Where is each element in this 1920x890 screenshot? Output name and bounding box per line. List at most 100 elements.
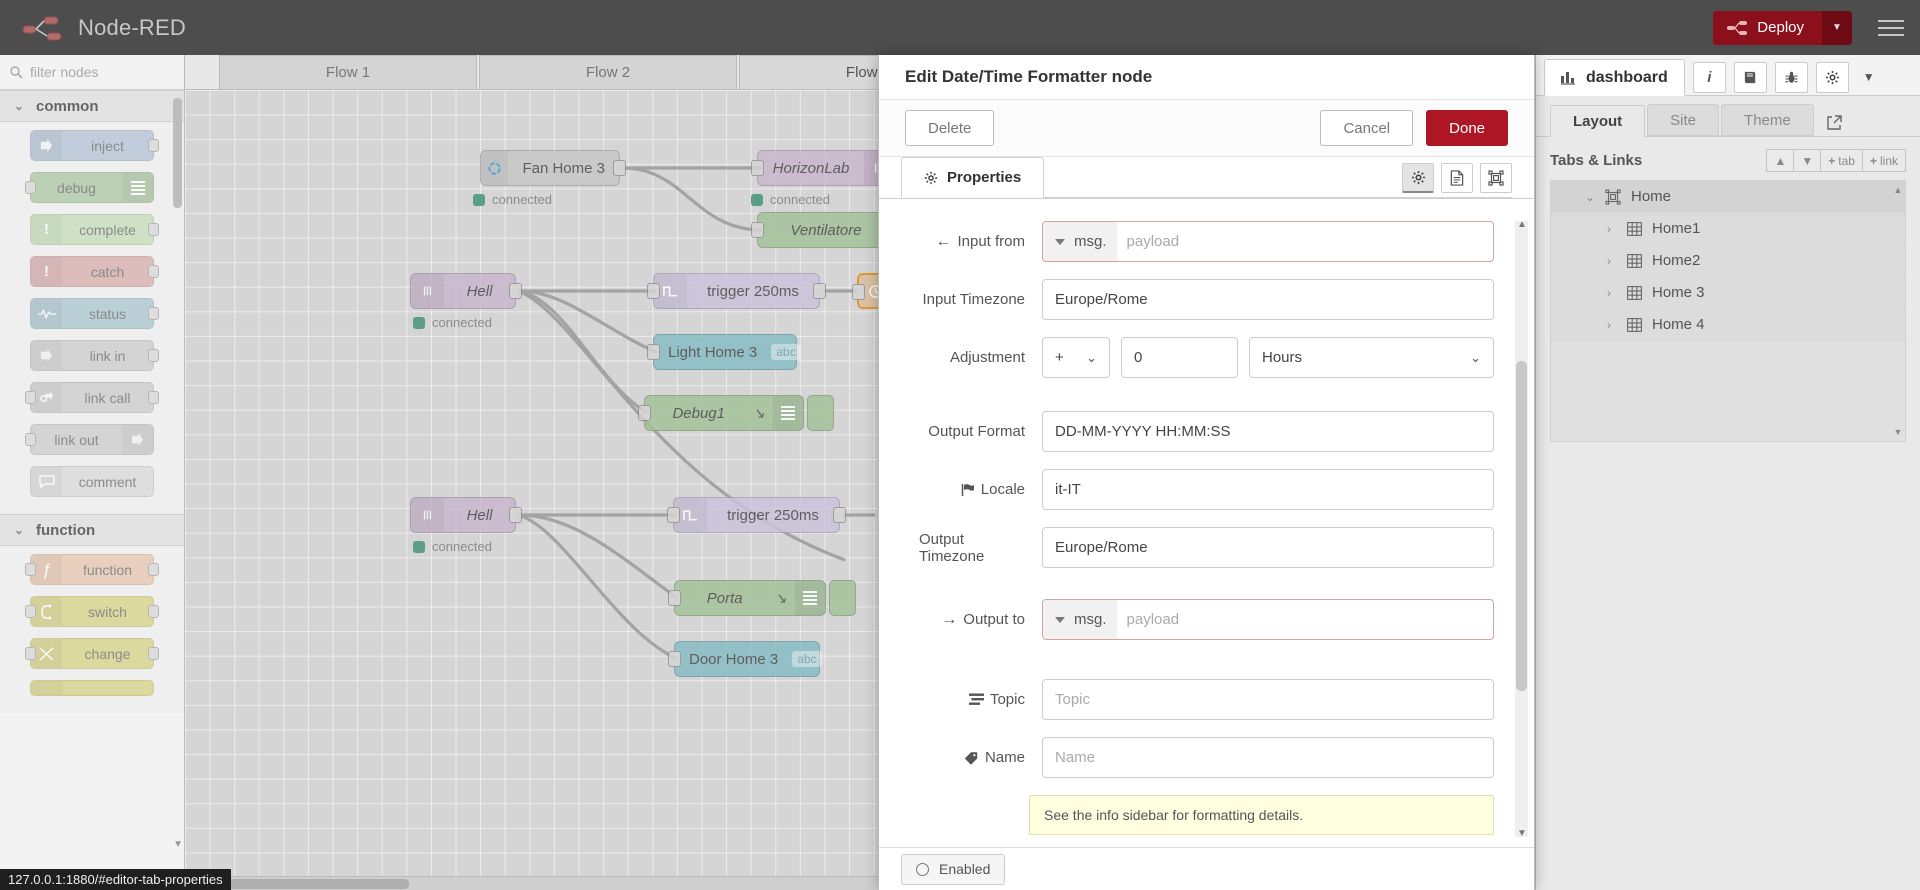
delete-button[interactable]: Delete bbox=[905, 110, 994, 146]
node-output-port[interactable] bbox=[613, 160, 626, 176]
node-input-port[interactable] bbox=[668, 651, 681, 667]
input-timezone-field[interactable]: Europe/Rome bbox=[1042, 279, 1494, 320]
adjustment-unit-select[interactable]: Hours ⌄ bbox=[1249, 337, 1494, 378]
enabled-toggle-button[interactable]: Enabled bbox=[901, 854, 1005, 885]
topic-field[interactable]: Topic bbox=[1042, 679, 1494, 720]
palette-node-link-in[interactable]: link in bbox=[30, 340, 154, 371]
palette-node-function[interactable]: ƒ function bbox=[30, 554, 154, 585]
tree-item-home1[interactable]: › Home1 bbox=[1551, 213, 1905, 245]
add-link-button[interactable]: + link bbox=[1862, 149, 1906, 172]
expand-all-button[interactable]: ▼ bbox=[1793, 149, 1821, 172]
node-output-port[interactable] bbox=[833, 507, 846, 523]
config-gear-icon[interactable] bbox=[1816, 62, 1849, 93]
flow-tab-2[interactable]: Flow 2 bbox=[479, 55, 737, 89]
chevron-right-icon[interactable]: › bbox=[1607, 254, 1617, 268]
subtab-theme[interactable]: Theme bbox=[1721, 104, 1814, 136]
scroll-down-icon[interactable]: ▼ bbox=[1517, 828, 1527, 839]
palette-node-catch[interactable]: ! catch bbox=[30, 256, 154, 287]
cancel-button[interactable]: Cancel bbox=[1320, 110, 1413, 146]
node-output-port[interactable] bbox=[509, 283, 522, 299]
output-timezone-field[interactable]: Europe/Rome bbox=[1042, 527, 1494, 568]
node-input-port[interactable] bbox=[647, 283, 660, 299]
node-output-port[interactable] bbox=[813, 283, 826, 299]
node-input-port[interactable] bbox=[638, 405, 651, 421]
help-book-icon[interactable] bbox=[1734, 62, 1767, 93]
flow-node-horizonlab[interactable]: HorizonLab bbox=[757, 150, 895, 186]
form-scrollbar[interactable]: ▲ ▼ bbox=[1515, 221, 1528, 837]
node-input-port[interactable] bbox=[647, 344, 660, 360]
node-output-port[interactable] bbox=[509, 507, 522, 523]
subtab-layout[interactable]: Layout bbox=[1550, 105, 1645, 137]
tree-item-home-4[interactable]: › Home 4 bbox=[1551, 309, 1905, 341]
chevron-right-icon[interactable]: › bbox=[1607, 286, 1617, 300]
palette-node-change[interactable]: change bbox=[30, 638, 154, 669]
deploy-button[interactable]: Deploy bbox=[1713, 11, 1822, 45]
add-tab-button[interactable]: + tab bbox=[1820, 149, 1863, 172]
locale-field[interactable]: it-IT bbox=[1042, 469, 1494, 510]
flow-node-ventilatore[interactable]: Ventilatore bbox=[757, 212, 895, 248]
flow-tab-1[interactable]: Flow 1 bbox=[219, 55, 477, 89]
collapse-all-button[interactable]: ▲ bbox=[1766, 149, 1794, 172]
palette-node-partial[interactable] bbox=[30, 680, 154, 696]
subtab-site[interactable]: Site bbox=[1647, 104, 1719, 136]
palette-search-box[interactable]: filter nodes bbox=[0, 55, 184, 90]
palette-node-inject[interactable]: inject bbox=[30, 130, 154, 161]
palette-node-complete[interactable]: ! complete bbox=[30, 214, 154, 245]
flow-node-fan-home-3[interactable]: Fan Home 3 bbox=[480, 150, 620, 186]
chevron-right-icon[interactable]: › bbox=[1607, 222, 1617, 236]
done-button[interactable]: Done bbox=[1426, 110, 1508, 146]
chevron-down-icon[interactable]: ⌄ bbox=[1585, 190, 1595, 204]
main-menu-button[interactable] bbox=[1878, 15, 1904, 41]
node-input-port[interactable] bbox=[751, 222, 764, 238]
node-input-port[interactable] bbox=[668, 590, 681, 606]
flow-node-light-home-3[interactable]: Light Home 3 abc bbox=[653, 334, 797, 370]
adjustment-amount-field[interactable]: 0 bbox=[1121, 337, 1238, 378]
node-input-port[interactable] bbox=[852, 284, 865, 300]
scrollbar-thumb[interactable] bbox=[213, 879, 409, 889]
flow-node-debug1[interactable]: Debug1 ↘ bbox=[644, 395, 804, 431]
palette-node-status[interactable]: status bbox=[30, 298, 154, 329]
debug-toggle-button[interactable] bbox=[807, 395, 834, 431]
output-format-field[interactable]: DD-MM-YYYY HH:MM:SS bbox=[1042, 411, 1494, 452]
tree-item-home-3[interactable]: › Home 3 bbox=[1551, 277, 1905, 309]
flow-node-hell-1[interactable]: Hell bbox=[410, 273, 516, 309]
deploy-dropdown-button[interactable]: ▼ bbox=[1822, 11, 1852, 45]
input-from-value[interactable]: payload bbox=[1117, 233, 1180, 250]
palette-node-switch[interactable]: switch bbox=[30, 596, 154, 627]
palette-node-link-call[interactable]: link call bbox=[30, 382, 154, 413]
external-link-icon[interactable] bbox=[1826, 115, 1842, 131]
chevron-down-icon[interactable]: ▼ bbox=[1857, 70, 1881, 84]
flow-node-door-home-3[interactable]: Door Home 3 abc bbox=[674, 641, 820, 677]
description-page-icon[interactable] bbox=[1441, 163, 1473, 193]
tree-item-home2[interactable]: › Home2 bbox=[1551, 245, 1905, 277]
scrollbar-thumb[interactable] bbox=[1516, 361, 1527, 691]
node-input-port[interactable] bbox=[751, 160, 764, 176]
adjustment-sign-select[interactable]: + ⌄ bbox=[1042, 337, 1110, 378]
scroll-up-icon[interactable]: ▲ bbox=[1517, 219, 1527, 230]
palette-category-function[interactable]: ⌄ function bbox=[0, 514, 184, 546]
input-from-typed-input[interactable]: msg. payload bbox=[1042, 221, 1494, 262]
palette-node-comment[interactable]: comment bbox=[30, 466, 154, 497]
scroll-up-icon[interactable]: ▲ bbox=[1893, 185, 1903, 195]
palette-node-link-out[interactable]: link out bbox=[30, 424, 154, 455]
chevron-right-icon[interactable]: › bbox=[1607, 318, 1617, 332]
appearance-icon[interactable] bbox=[1480, 163, 1512, 193]
dialog-form-scroll-area[interactable]: ← Input from msg. payload Input Timezone… bbox=[879, 199, 1534, 847]
tab-properties[interactable]: Properties bbox=[901, 157, 1044, 198]
dashboard-tree[interactable]: ⌄ Home › Home1 › Home2 bbox=[1550, 180, 1906, 442]
flow-node-trigger-250ms-1[interactable]: trigger 250ms bbox=[653, 273, 820, 309]
tree-item-home[interactable]: ⌄ Home bbox=[1551, 181, 1905, 213]
flow-node-trigger-250ms-2[interactable]: trigger 250ms bbox=[673, 497, 840, 533]
input-from-type-select[interactable]: msg. bbox=[1043, 222, 1117, 261]
node-input-port[interactable] bbox=[667, 507, 680, 523]
palette-node-debug[interactable]: debug bbox=[30, 172, 154, 203]
info-icon[interactable]: i bbox=[1693, 62, 1726, 93]
flow-node-hell-2[interactable]: Hell bbox=[410, 497, 516, 533]
palette-scrollbar[interactable] bbox=[173, 98, 182, 208]
output-to-typed-input[interactable]: msg. payload bbox=[1042, 599, 1494, 640]
debug-toggle-button-porta[interactable] bbox=[829, 580, 856, 616]
scroll-down-icon[interactable]: ▼ bbox=[173, 839, 183, 850]
scroll-down-icon[interactable]: ▼ bbox=[1893, 427, 1903, 437]
flow-node-porta[interactable]: Porta ↘ bbox=[674, 580, 826, 616]
debug-bug-icon[interactable] bbox=[1775, 62, 1808, 93]
